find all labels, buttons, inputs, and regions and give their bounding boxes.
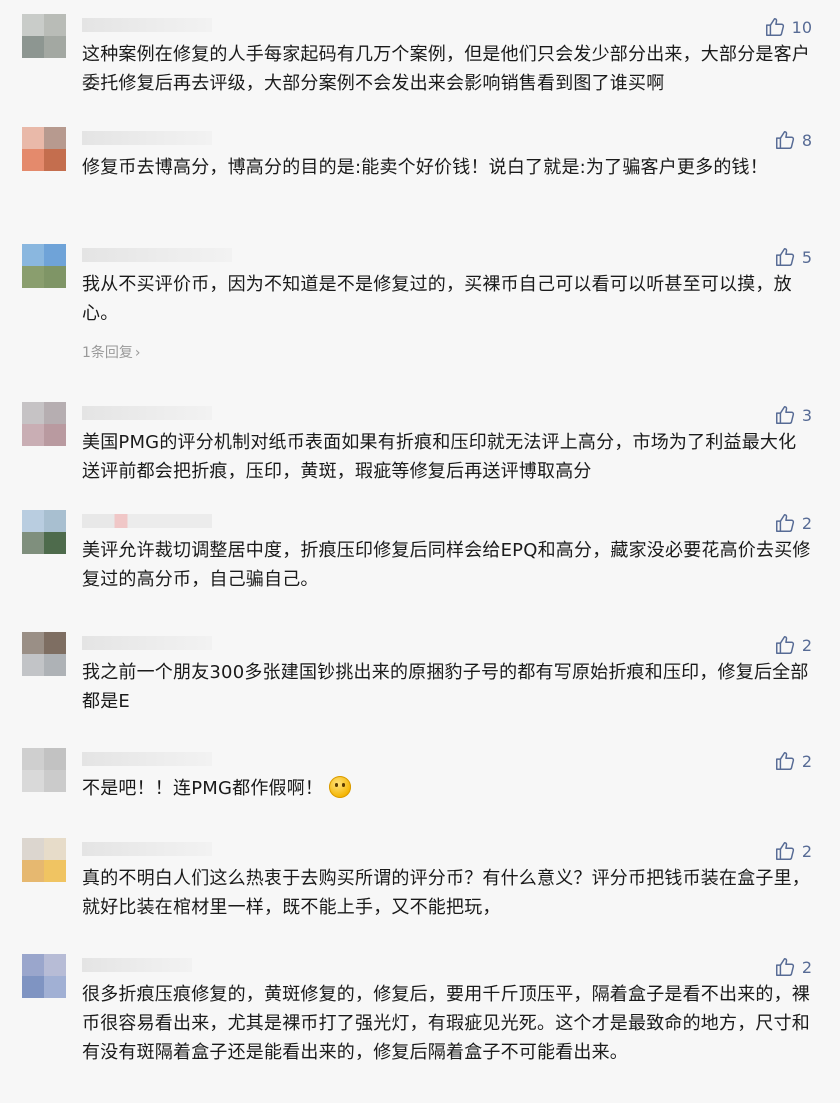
like-button[interactable]: 10 (764, 16, 812, 38)
username-blurred[interactable] (82, 636, 212, 650)
avatar-tile (22, 36, 44, 58)
avatar-tile (22, 424, 44, 446)
avatar-tile (44, 510, 66, 532)
like-button[interactable]: 5 (774, 246, 812, 268)
avatar-tile (22, 770, 44, 792)
avatar-tile (22, 654, 44, 676)
comment-text: 这种案例在修复的人手每家起码有几万个案例，但是他们只会发少部分出来，大部分是客户… (82, 44, 810, 94)
thumbs-up-icon (775, 752, 794, 770)
avatar-tile (22, 748, 44, 770)
thumbs-up-icon (765, 18, 784, 36)
like-count: 2 (801, 751, 812, 771)
comment-text: 我之前一个朋友300多张建国钞挑出来的原捆豹子号的都有写原始折痕和压印，修复后全… (82, 662, 809, 712)
avatar-tile (22, 266, 44, 288)
avatar[interactable] (22, 244, 66, 288)
thumbs-up-icon (775, 958, 794, 976)
avatar-tile (22, 244, 44, 266)
username-blurred[interactable] (82, 842, 212, 856)
avatar-tile (44, 424, 66, 446)
avatar[interactable] (22, 838, 66, 882)
avatar-tile (44, 36, 66, 58)
thumbs-up-icon (775, 131, 794, 149)
avatar[interactable] (22, 402, 66, 446)
like-count: 2 (801, 957, 812, 977)
avatar-tile (44, 266, 66, 288)
like-count: 8 (801, 130, 812, 150)
avatar-tile (22, 954, 44, 976)
avatar-tile (44, 860, 66, 882)
avatar-tile (22, 976, 44, 998)
like-button[interactable]: 2 (774, 750, 812, 772)
avatar-tile (22, 838, 44, 860)
like-button[interactable]: 2 (774, 634, 812, 656)
reply-count-label: 1条回复 (82, 345, 133, 361)
like-count: 3 (801, 405, 812, 425)
thumbs-up-icon (775, 636, 794, 654)
username-blurred[interactable] (82, 752, 212, 766)
avatar[interactable] (22, 510, 66, 554)
comment-text: 很多折痕压痕修复的，黄斑修复的，修复后，要用千斤顶压平，隔着盒子是看不出来的，裸… (82, 984, 810, 1063)
comment-text: 美国PMG的评分机制对纸币表面如果有折痕和压印就无法评上高分，市场为了利益最大化… (82, 432, 797, 482)
like-count: 2 (801, 635, 812, 655)
avatar[interactable] (22, 632, 66, 676)
thumbs-up-icon (775, 514, 794, 532)
avatar-tile (22, 632, 44, 654)
avatar-tile (22, 127, 44, 149)
comment-text: 美评允许裁切调整居中度，折痕压印修复后同样会给EPQ和高分，藏家没必要花高价去买… (82, 540, 811, 590)
avatar[interactable] (22, 954, 66, 998)
comment-text: 我从不买评价币，因为不知道是不是修复过的，买裸币自己可以看可以听甚至可以摸，放心… (82, 274, 792, 324)
avatar[interactable] (22, 14, 66, 58)
view-replies-link[interactable]: 1条回复 › (82, 342, 141, 362)
avatar-tile (44, 14, 66, 36)
like-count: 2 (801, 841, 812, 861)
username-blurred[interactable] (82, 131, 212, 145)
username-blurred[interactable] (82, 248, 232, 262)
avatar-tile (44, 402, 66, 424)
comment-text: 修复币去博高分，博高分的目的是:能卖个好价钱！说白了就是:为了骗客户更多的钱！ (82, 157, 768, 178)
like-button[interactable]: 8 (774, 129, 812, 151)
like-count: 10 (791, 17, 812, 37)
avatar-tile (22, 149, 44, 171)
avatar-tile (44, 976, 66, 998)
username-blurred[interactable] (82, 514, 212, 528)
thumbs-up-icon (775, 842, 794, 860)
avatar-tile (44, 770, 66, 792)
avatar-tile (44, 954, 66, 976)
thumbs-up-icon (775, 406, 794, 424)
like-count: 5 (801, 247, 812, 267)
like-button[interactable]: 3 (774, 404, 812, 426)
avatar-tile (22, 510, 44, 532)
like-count: 2 (801, 513, 812, 533)
avatar-tile (44, 632, 66, 654)
like-button[interactable]: 2 (774, 840, 812, 862)
like-button[interactable]: 2 (774, 512, 812, 534)
username-blurred[interactable] (82, 958, 192, 972)
avatar-tile (44, 149, 66, 171)
comment-text: 不是吧！！连PMG都作假啊！ (82, 778, 324, 799)
avatar-tile (44, 838, 66, 860)
avatar-tile (22, 532, 44, 554)
avatar-tile (44, 748, 66, 770)
chevron-right-icon: › (134, 345, 141, 361)
avatar-tile (44, 654, 66, 676)
avatar-tile (44, 127, 66, 149)
avatar-tile (44, 532, 66, 554)
thumbs-up-icon (775, 248, 794, 266)
avatar[interactable] (22, 127, 66, 171)
avatar[interactable] (22, 748, 66, 792)
username-blurred[interactable] (82, 18, 212, 32)
comment-text-row: 不是吧！！连PMG都作假啊！ (82, 774, 812, 803)
avatar-tile (22, 860, 44, 882)
surprised-face-emoji-icon (329, 776, 352, 798)
like-button[interactable]: 2 (774, 956, 812, 978)
username-blurred[interactable] (82, 406, 212, 420)
comment-text: 真的不明白人们这么热衷于去购买所谓的评分币？有什么意义？评分币把钱币装在盒子里，… (82, 868, 810, 918)
avatar-tile (22, 14, 44, 36)
avatar-tile (22, 402, 44, 424)
avatar-tile (44, 244, 66, 266)
